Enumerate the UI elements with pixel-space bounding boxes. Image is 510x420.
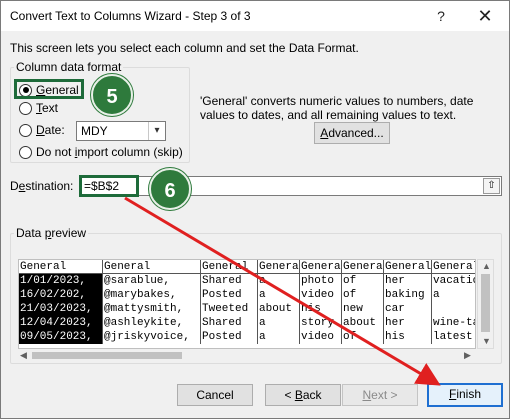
preview-cell: about: [342, 316, 384, 330]
preview-cell: her: [384, 274, 432, 288]
table-row: 1/01/2023, @sarablue, Shared a photo of her vac…: [19, 274, 475, 288]
back-button[interactable]: < Back: [265, 384, 341, 406]
preview-cell: a: [258, 288, 300, 302]
radio-date-button[interactable]: [19, 123, 32, 137]
column-format-header[interactable]: General: [201, 260, 258, 274]
collapse-dialog-icon[interactable]: ⇧: [483, 178, 500, 194]
scroll-up-icon[interactable]: ▲: [482, 261, 491, 271]
preview-cell: 1/01/2023,: [19, 274, 103, 288]
preview-cell: vacatio: [432, 274, 475, 288]
preview-cell: a: [258, 330, 300, 344]
preview-cell: 16/02/202,: [19, 288, 103, 302]
general-highlight-box: [14, 79, 84, 99]
preview-cell: @ashleykite,: [103, 316, 201, 330]
preview-cell: a: [432, 288, 475, 302]
preview-cell: his: [384, 330, 432, 344]
step-6-badge: 6: [149, 168, 191, 210]
preview-cell: his: [300, 302, 342, 316]
preview-cell: car: [384, 302, 432, 316]
preview-cell: latest: [432, 330, 475, 344]
column-format-header[interactable]: General: [300, 260, 342, 274]
column-format-header[interactable]: General: [384, 260, 432, 274]
scroll-left-icon[interactable]: ◀: [20, 350, 27, 361]
horizontal-scrollbar[interactable]: ◀ ▶: [18, 349, 476, 362]
close-icon[interactable]: ✕: [463, 2, 507, 30]
window-title: Convert Text to Columns Wizard - Step 3 …: [10, 9, 251, 23]
data-preview-grid[interactable]: GeneralGeneralGeneralGeneralGeneralGener…: [18, 259, 476, 349]
cancel-button[interactable]: Cancel: [177, 384, 253, 406]
preview-cell: Posted: [201, 288, 258, 302]
step-5-badge: 5: [91, 74, 133, 116]
preview-cell: 12/04/2023,: [19, 316, 103, 330]
preview-cell: story: [300, 316, 342, 330]
date-format-select[interactable]: MDY ▾: [76, 121, 166, 141]
preview-cell: wine-ta: [432, 316, 475, 330]
preview-cell: her: [384, 316, 432, 330]
preview-cell: new: [342, 302, 384, 316]
table-row: 16/02/202, @marybakes, Posted a video of bakin…: [19, 288, 475, 302]
preview-table[interactable]: GeneralGeneralGeneralGeneralGeneralGener…: [19, 260, 475, 344]
destination-input[interactable]: =$B$2 ⇧: [79, 176, 502, 196]
preview-cell: Tweeted: [201, 302, 258, 316]
preview-cell: photo: [300, 274, 342, 288]
table-row: 09/05/2023, @jriskyvoice, Posted a video of hi…: [19, 330, 475, 344]
advanced-button[interactable]: Advanced...: [314, 122, 390, 144]
preview-cell: of: [342, 330, 384, 344]
radio-skip-button[interactable]: [19, 145, 32, 159]
preview-cell: @marybakes,: [103, 288, 201, 302]
preview-cell: about: [258, 302, 300, 316]
column-format-header[interactable]: General: [258, 260, 300, 274]
preview-cell: a: [258, 316, 300, 330]
table-row: 21/03/2023, @mattysmith, Tweeted about his ne…: [19, 302, 475, 316]
radio-text-button[interactable]: [19, 101, 32, 115]
preview-cell: baking: [384, 288, 432, 302]
scroll-right-icon[interactable]: ▶: [464, 350, 471, 361]
title-bar: Convert Text to Columns Wizard - Step 3 …: [1, 1, 509, 31]
format-info-text: 'General' converts numeric values to num…: [200, 94, 474, 122]
scroll-down-icon[interactable]: ▼: [482, 336, 491, 346]
radio-date[interactable]: Date:: [19, 123, 65, 137]
preview-cell: @mattysmith,: [103, 302, 201, 316]
column-format-header[interactable]: General: [342, 260, 384, 274]
radio-skip-label: Do not import column (skip): [36, 145, 183, 159]
preview-cell: a: [258, 274, 300, 288]
convert-text-wizard-dialog: Convert Text to Columns Wizard - Step 3 …: [0, 0, 510, 419]
table-row: 12/04/2023, @ashleykite, Shared a story about…: [19, 316, 475, 330]
vertical-scroll-thumb[interactable]: [481, 274, 490, 332]
column-format-header[interactable]: General: [19, 260, 103, 274]
preview-cell: @sarablue,: [103, 274, 201, 288]
destination-highlight-box: [79, 175, 139, 197]
column-data-format-legend: Column data format: [14, 60, 124, 74]
preview-cell: Shared: [201, 316, 258, 330]
help-icon[interactable]: ?: [421, 2, 461, 30]
finish-button[interactable]: Finish: [427, 383, 503, 407]
date-format-value: MDY: [81, 124, 108, 138]
preview-cell: Shared: [201, 274, 258, 288]
preview-cell: [432, 302, 475, 316]
column-format-header[interactable]: General: [103, 260, 201, 274]
destination-label: Destination:: [10, 179, 74, 193]
preview-cell: @jriskyvoice,: [103, 330, 201, 344]
preview-cell: of: [342, 274, 384, 288]
preview-cell: video: [300, 330, 342, 344]
vertical-scrollbar[interactable]: ▲ ▼: [477, 259, 494, 349]
radio-date-label: Date:: [36, 123, 65, 137]
chevron-down-icon[interactable]: ▾: [148, 122, 165, 140]
preview-cell: video: [300, 288, 342, 302]
preview-header-row: GeneralGeneralGeneralGeneralGeneralGener…: [19, 260, 475, 274]
radio-text-label: Text: [36, 101, 59, 115]
column-format-header[interactable]: General: [432, 260, 475, 274]
radio-skip-column[interactable]: Do not import column (skip): [19, 145, 183, 159]
preview-cell: of: [342, 288, 384, 302]
horizontal-scroll-thumb[interactable]: [32, 352, 182, 359]
preview-cell: Posted: [201, 330, 258, 344]
preview-cell: 09/05/2023,: [19, 330, 103, 344]
data-preview-legend: Data preview: [14, 226, 89, 240]
radio-text[interactable]: Text: [19, 101, 58, 115]
intro-text: This screen lets you select each column …: [10, 41, 359, 55]
preview-cell: 21/03/2023,: [19, 302, 103, 316]
next-button[interactable]: Next >: [342, 384, 418, 406]
